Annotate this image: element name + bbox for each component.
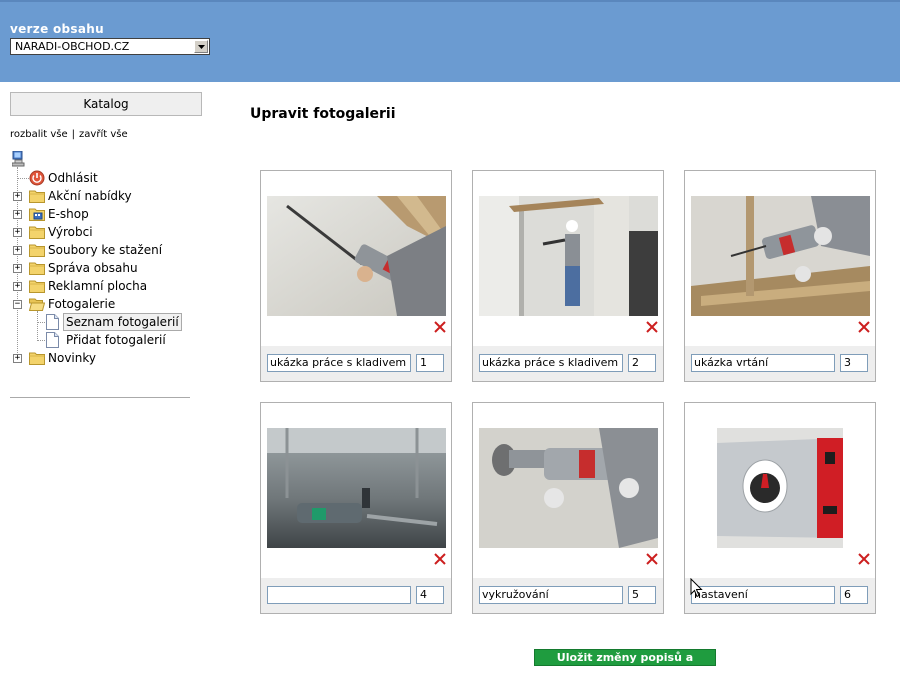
photo-card: 4 [260,402,452,614]
photo-description-input[interactable] [267,586,411,604]
tree-item-label: Reklamní plocha [48,279,148,293]
tree-item-vyrobci[interactable]: + Výrobci [10,223,210,241]
eshop-folder-icon [29,208,45,221]
photo-thumbnail[interactable] [717,428,843,548]
save-changes-button[interactable]: Uložit změny popisů a pořadí [534,649,716,679]
collapse-all-link[interactable]: zavřít vše [79,129,128,140]
photo-description-input[interactable]: ukázka práce s kladivem [479,354,623,372]
photo-description-input[interactable]: ukázka práce s kladivem [267,354,411,372]
page-icon [46,314,59,330]
delete-icon[interactable] [858,553,870,565]
tree-item-fotogalerie[interactable]: − Fotogalerie [10,295,210,313]
photo-card-footer: vykružování 5 [473,578,663,613]
tree-item-akcni-nabidky[interactable]: + Akční nabídky [10,187,210,205]
photo-card: nastavení 6 [684,402,876,614]
photo-thumbnail[interactable] [267,196,446,316]
photo-thumbnail[interactable] [691,196,870,316]
tree-item-label: Přidat fotogalerií [66,333,166,347]
tree-item-label: Seznam fotogalerií [63,313,182,331]
photo-card: ukázka práce s kladivem 1 [260,170,452,382]
photo-thumbnail[interactable] [267,428,446,548]
folder-icon [29,262,45,275]
photo-order-input[interactable]: 5 [628,586,656,604]
photo-card: ukázka vrtání 3 [684,170,876,382]
expand-plus-icon[interactable]: + [13,246,22,255]
chevron-down-icon[interactable] [194,40,208,53]
tree-item-pridat-fotogalerii[interactable]: Přidat fotogalerií [10,331,210,349]
expand-all-link[interactable]: rozbalit vše [10,129,68,140]
tree-item-eshop[interactable]: + E-shop [10,205,210,223]
delete-icon[interactable] [434,321,446,333]
collapse-minus-icon[interactable]: − [13,300,22,309]
folder-icon [29,280,45,293]
expand-plus-icon[interactable]: + [13,264,22,273]
tree-item-label: E-shop [48,207,89,221]
tree-item-label: Fotogalerie [48,297,116,311]
expand-plus-icon[interactable]: + [13,354,22,363]
photo-description-input[interactable]: nastavení [691,586,835,604]
photo-card-footer: nastavení 6 [685,578,875,613]
expand-plus-icon[interactable]: + [13,210,22,219]
top-bar: verze obsahu NARADI-OBCHOD.CZ [0,0,900,82]
expand-plus-icon[interactable]: + [13,228,22,237]
photo-card-footer: ukázka práce s kladivem 2 [473,346,663,381]
page-title: Upravit fotogalerii [250,106,396,122]
photo-thumbnail[interactable] [479,196,658,316]
separator: | [71,129,76,140]
photo-description-input[interactable]: ukázka vrtání [691,354,835,372]
photo-card-footer: ukázka vrtání 3 [685,346,875,381]
folder-open-icon [29,298,45,311]
folder-icon [29,226,45,239]
expand-plus-icon[interactable]: + [13,282,22,291]
sidebar-divider [10,397,190,398]
tree-item-reklamni-plocha[interactable]: + Reklamní plocha [10,277,210,295]
photo-description-input[interactable]: vykružování [479,586,623,604]
delete-icon[interactable] [646,321,658,333]
folder-icon [29,352,45,365]
tree-item-seznam-fotogalerii[interactable]: Seznam fotogalerií [10,313,210,331]
photo-card-footer: 4 [261,578,451,613]
mouse-cursor-icon [690,578,703,598]
photo-order-input[interactable]: 6 [840,586,868,604]
expand-plus-icon[interactable]: + [13,192,22,201]
tree-item-label: Soubory ke stažení [48,243,163,257]
photo-card: ukázka práce s kladivem 2 [472,170,664,382]
photo-thumbnail[interactable] [479,428,658,548]
photo-card: vykružování 5 [472,402,664,614]
logout-icon [29,170,45,186]
photo-order-input[interactable]: 3 [840,354,868,372]
delete-icon[interactable] [646,553,658,565]
tree-item-soubory[interactable]: + Soubory ke stažení [10,241,210,259]
folder-icon [29,190,45,203]
version-selected-value: NARADI-OBCHOD.CZ [15,40,130,53]
catalog-button[interactable]: Katalog [10,92,202,116]
photo-order-input[interactable]: 4 [416,586,444,604]
tree-item-label: Správa obsahu [48,261,138,275]
tree-item-label: Akční nabídky [48,189,132,203]
folder-icon [29,244,45,257]
photo-card-footer: ukázka práce s kladivem 1 [261,346,451,381]
tree-item-novinky[interactable]: + Novinky [10,349,210,367]
delete-icon[interactable] [858,321,870,333]
tree-controls: rozbalit vše | zavřít vše [10,129,128,140]
version-select[interactable]: NARADI-OBCHOD.CZ [10,38,210,55]
photo-order-input[interactable]: 1 [416,354,444,372]
tree-item-label: Výrobci [48,225,93,239]
computer-icon [12,151,25,167]
tree-item-label: Novinky [48,351,96,365]
photo-order-input[interactable]: 2 [628,354,656,372]
page-icon [46,332,59,348]
delete-icon[interactable] [434,553,446,565]
tree-item-sprava-obsahu[interactable]: + Správa obsahu [10,259,210,277]
tree-item-logout[interactable]: Odhlásit [10,169,210,187]
version-label: verze obsahu [10,22,104,36]
tree-item-label: Odhlásit [48,171,98,185]
